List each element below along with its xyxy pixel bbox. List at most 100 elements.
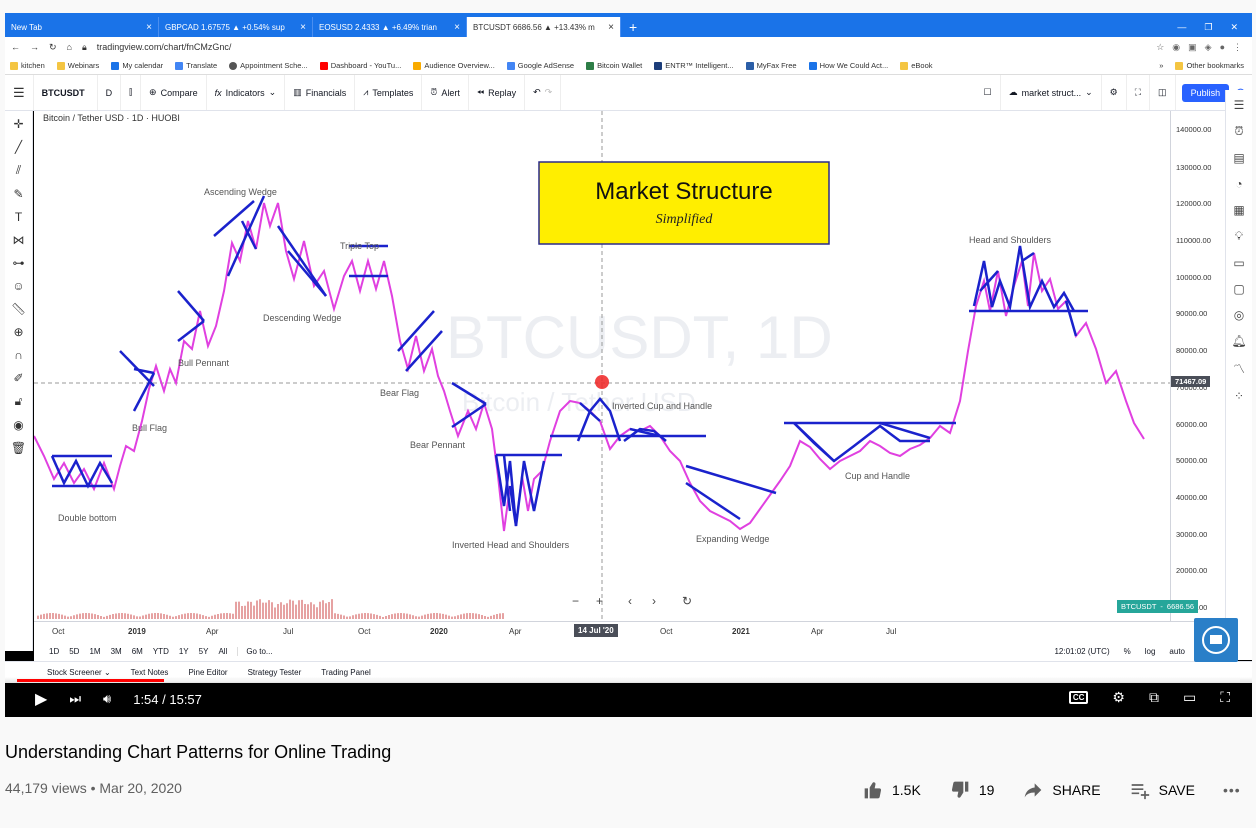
dislike-button[interactable]: 19 [949,780,994,800]
hotlist-icon[interactable]: ◔ [1235,177,1242,191]
financials-button[interactable]: ▥ Financials [285,75,356,110]
fib-icon[interactable]: ⫽ [16,163,21,178]
close-icon[interactable]: × [608,22,614,33]
undo-icon[interactable]: ↶ ↷ [525,75,562,110]
eye-icon[interactable]: ◉ [13,418,23,432]
miniplayer-icon[interactable]: ⧉ [1149,689,1159,706]
range-1y[interactable]: 1Y [179,647,189,656]
menu-button[interactable]: ☰ [5,75,34,110]
progress-bar[interactable] [17,679,1240,682]
redo-icon[interactable]: ↷ [545,87,553,98]
browser-tab[interactable]: GBPCAD 1.67575 ▲ +0.54% sup × [159,17,313,37]
pattern-icon[interactable]: ⋈ [13,233,25,247]
scroll-right-button[interactable]: › [652,594,656,608]
bar-style-icon[interactable]: ⫿ [121,75,142,110]
crosshair-icon[interactable]: ✛ [13,117,23,131]
browser-tab-active[interactable]: BTCUSDT 6686.56 ▲ +13.43% m × [467,17,621,37]
extension-icon[interactable]: ◈ [1205,42,1212,53]
bookmark[interactable]: How We Could Act... [808,61,888,70]
bookmark[interactable]: Bitcoin Wallet [586,61,642,70]
restore-icon[interactable]: ❐ [1204,22,1212,33]
price-axis[interactable]: 140000.00 130000.00 120000.00 110000.00 … [1170,111,1225,621]
bookmark[interactable]: ENTR™ Intelligent... [654,61,734,70]
forward-icon[interactable]: → [30,42,39,52]
lock-drawing-icon[interactable]: ✐ [13,371,23,385]
settings-gear-icon[interactable]: ⚙ [1112,689,1125,706]
text-icon[interactable]: T [15,210,22,224]
range-5y[interactable]: 5Y [199,647,209,656]
menu-icon[interactable]: ⋮ [1233,42,1242,53]
bookmark[interactable]: Audience Overview... [413,61,495,70]
chart-icon[interactable]: 〽 [1233,360,1245,377]
interval-button[interactable]: D [98,75,122,110]
expand-icon[interactable]: ⛶ [1127,75,1151,110]
fullscreen-toggle-icon[interactable]: ☐ [976,75,1001,110]
templates-button[interactable]: ⩘ Templates [355,75,423,110]
bookmark[interactable]: eBook [900,61,933,70]
chart-pane[interactable]: Bitcoin / Tether USD · 1D · HUOBI BTCUSD… [34,111,1170,621]
calendar-icon[interactable]: ▦ [1233,203,1244,217]
range-3m[interactable]: 3M [111,647,122,656]
chevron-right-icon[interactable]: » [1159,61,1163,70]
url-field[interactable]: tradingview.com/chart/fnCMzGnc/ [97,42,1146,52]
tab-pine-editor[interactable]: Pine Editor [188,668,227,677]
ruler-icon[interactable]: 📏︎ [11,302,26,316]
alert-button[interactable]: ⏰︎ Alert [422,75,469,110]
close-icon[interactable]: × [300,22,306,33]
extension-icon[interactable]: ◉ [1172,42,1180,53]
goto-button[interactable]: Go to... [237,646,273,656]
prediction-icon[interactable]: ⊶ [13,256,25,270]
zoom-in-icon[interactable]: ⊕ [13,325,23,339]
publish-button[interactable]: Publish [1181,83,1230,102]
bookmark[interactable]: Other bookmarks [1175,61,1252,70]
camera-icon[interactable]: ◫ [1150,75,1176,110]
auto-toggle[interactable]: auto [1169,647,1185,656]
fullscreen-icon[interactable]: ⛶ [1220,689,1230,706]
volume-icon[interactable]: 🔊︎ [103,691,111,707]
range-1m[interactable]: 1M [89,647,100,656]
scroll-left-button[interactable]: ‹ [628,594,632,608]
ideas-icon[interactable]: 💡︎ [1235,229,1243,244]
trash-icon[interactable]: 🗑︎ [11,441,26,455]
tab-strategy-tester[interactable]: Strategy Tester [248,668,302,677]
theater-mode-icon[interactable]: ▭ [1183,689,1196,706]
browser-tab[interactable]: New Tab × [5,17,159,37]
video-player[interactable]: New Tab × GBPCAD 1.67575 ▲ +0.54% sup × EO… [5,13,1252,717]
like-button[interactable]: 1.5K [862,780,921,800]
notifications-icon[interactable]: 🔔︎ [1231,334,1246,348]
range-6m[interactable]: 6M [132,647,143,656]
replay-button[interactable]: ⏪︎ Replay [469,75,526,110]
tab-text-notes[interactable]: Text Notes [131,668,169,677]
settings-icon[interactable]: ⚙ [1102,75,1127,110]
chat-icon[interactable]: ▢ [1233,282,1244,296]
data-window-icon[interactable]: ▤ [1233,151,1244,165]
bookmark[interactable]: Translate [175,61,217,70]
percent-toggle[interactable]: % [1124,647,1131,656]
emoji-icon[interactable]: ☺ [12,279,24,293]
watchlist-icon[interactable]: ☰ [1234,98,1245,112]
minimize-icon[interactable]: — [1177,22,1186,32]
bookmark[interactable]: Appointment Sche... [229,61,308,70]
range-ytd[interactable]: YTD [153,647,169,656]
close-window-icon[interactable]: ✕ [1230,22,1238,33]
log-toggle[interactable]: log [1145,647,1156,656]
bookmark[interactable]: Webinars [56,61,99,70]
streams-icon[interactable]: ▭ [1233,256,1244,270]
tab-stock-screener[interactable]: Stock Screener ⌄ [47,668,111,677]
home-icon[interactable]: ⌂ [67,42,72,52]
zoom-in-button[interactable]: + [596,594,603,608]
alarm-clock-icon[interactable]: ⏰︎ [1234,124,1243,139]
channel-logo[interactable] [1194,618,1238,662]
bookmark[interactable]: Dashboard - YouTu... [319,61,401,70]
back-icon[interactable]: ← [11,42,20,52]
extension-icon[interactable]: ▣ [1188,42,1197,53]
play-icon[interactable]: ▶ [35,689,47,709]
save-button[interactable]: SAVE [1129,780,1195,800]
more-actions-icon[interactable]: ••• [1223,782,1241,798]
range-5d[interactable]: 5D [69,647,79,656]
dots-grid-icon[interactable]: ⁘ [1234,389,1244,403]
star-icon[interactable]: ☆ [1156,42,1164,53]
reload-icon[interactable]: ↻ [49,42,57,53]
chart-canvas[interactable]: Bitcoin / Tether USD · 1D · HUOBI BTCUSD… [34,111,1170,621]
utc-clock[interactable]: 12:01:02 (UTC) [1054,647,1109,656]
